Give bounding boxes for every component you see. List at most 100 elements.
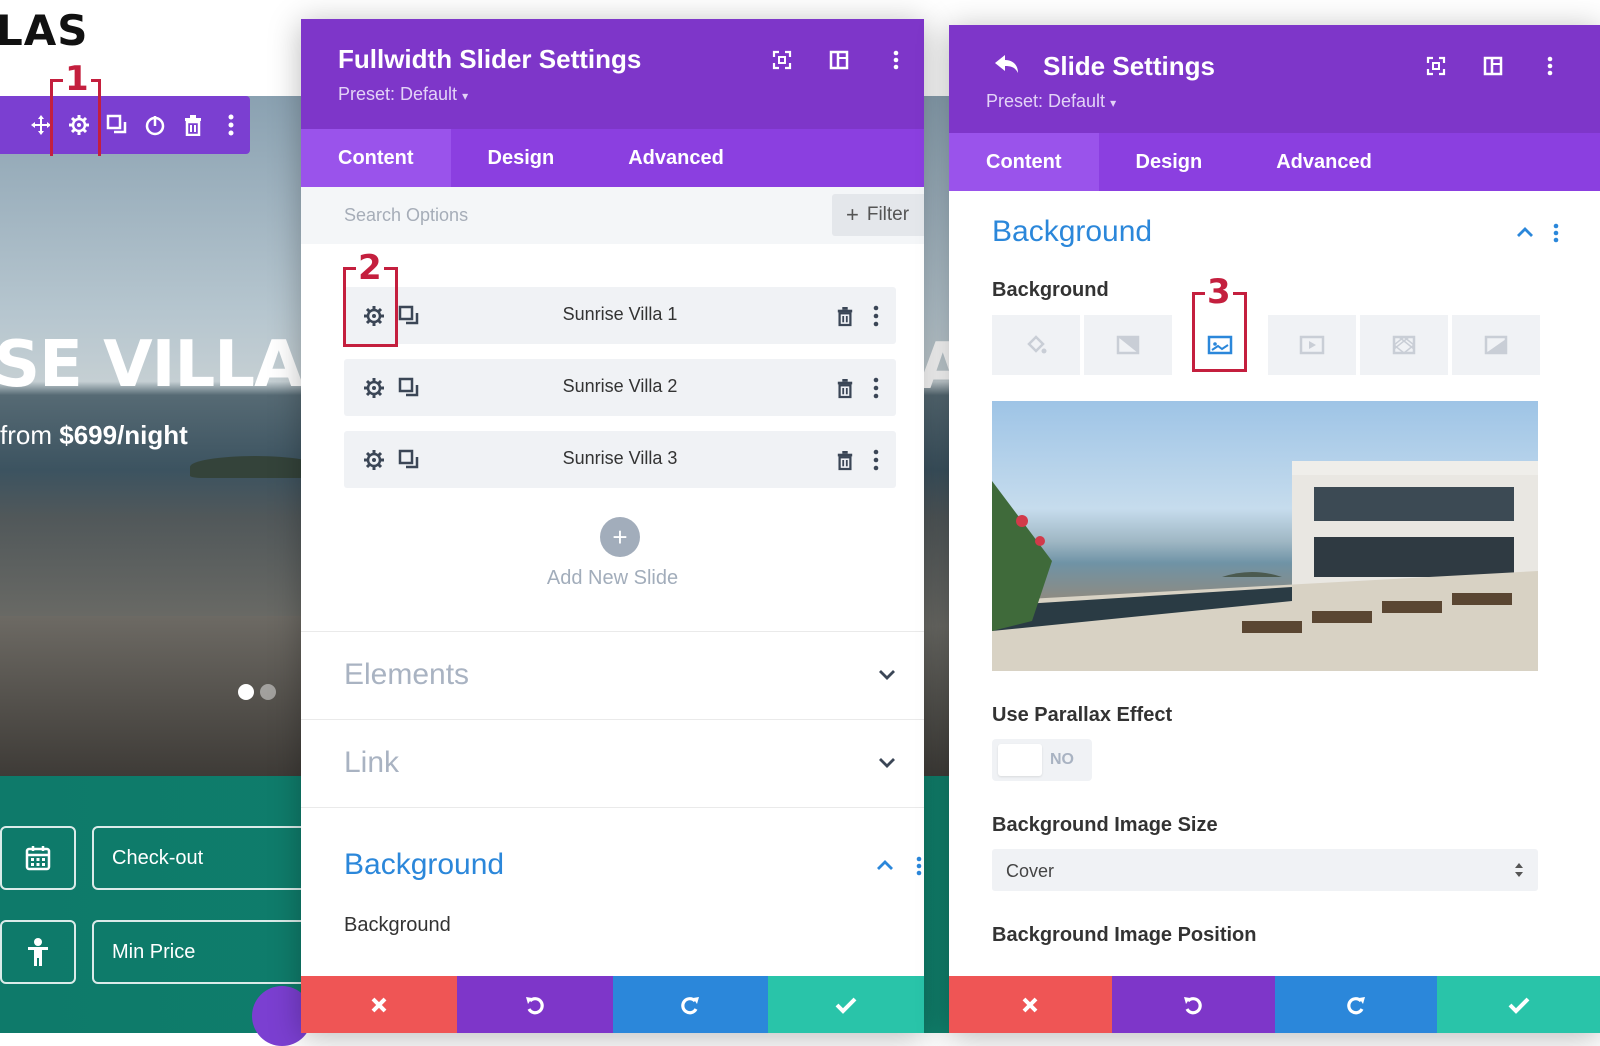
- filter-label: Filter: [866, 204, 910, 225]
- search-input[interactable]: Search Options: [344, 205, 468, 226]
- more-options-icon[interactable]: [873, 449, 879, 476]
- caret-down-icon: ▾: [1110, 96, 1117, 110]
- split-view-icon[interactable]: [1464, 56, 1521, 76]
- section-elements[interactable]: Elements: [301, 631, 924, 720]
- color-fill-icon[interactable]: [992, 315, 1080, 375]
- redo-button[interactable]: [1274, 976, 1438, 1033]
- search-bar: Search Options + Filter: [301, 187, 924, 244]
- slider-panel-tabs: Content Design Advanced: [301, 129, 924, 187]
- slider-settings-panel: Fullwidth Slider Settings Preset: Defaul…: [301, 19, 924, 1033]
- slide-panel-title: Slide Settings: [1043, 51, 1215, 81]
- video-icon[interactable]: [1268, 315, 1356, 375]
- slide-label: Sunrise Villa 3: [562, 448, 678, 468]
- tab-design[interactable]: Design: [1099, 133, 1240, 191]
- slide-panel-footer: [949, 976, 1600, 1033]
- parallax-toggle[interactable]: NO: [992, 739, 1092, 781]
- slide-panel-header-icons: [1407, 56, 1578, 76]
- caret-down-icon: ▾: [462, 89, 469, 103]
- save-to-library-icon[interactable]: [136, 96, 174, 154]
- fullscreen-icon[interactable]: [753, 50, 810, 70]
- hero-price: from $699/night: [0, 420, 188, 451]
- fullscreen-icon[interactable]: [1407, 56, 1464, 76]
- section-background[interactable]: Background Background: [301, 807, 924, 968]
- checkout-field[interactable]: Check-out: [92, 826, 332, 890]
- tab-advanced[interactable]: Advanced: [1239, 133, 1409, 191]
- slider-dot-active[interactable]: [238, 684, 254, 700]
- undo-button[interactable]: [1111, 976, 1275, 1033]
- mask-icon[interactable]: [1452, 315, 1540, 375]
- section-link[interactable]: Link: [301, 719, 924, 808]
- more-options-icon[interactable]: [916, 856, 922, 881]
- slide-item[interactable]: Sunrise Villa 1: [344, 287, 896, 344]
- chevron-up-icon[interactable]: [876, 858, 894, 876]
- slider-panel-title: Fullwidth Slider Settings: [338, 44, 642, 74]
- section-title: Elements: [344, 658, 470, 691]
- more-options-icon[interactable]: [1553, 223, 1559, 248]
- tab-design[interactable]: Design: [451, 129, 592, 187]
- section-title: Link: [344, 746, 400, 779]
- slide-panel-preset[interactable]: Preset: Default ▾: [986, 91, 1116, 112]
- image-size-select[interactable]: Cover: [992, 849, 1538, 891]
- calendar-icon[interactable]: [0, 826, 76, 890]
- slider-panel-header-icons: [753, 50, 924, 70]
- delete-icon[interactable]: [836, 377, 854, 404]
- slider-panel-preset-label: Preset: Default: [338, 84, 458, 104]
- save-button[interactable]: [768, 976, 924, 1033]
- slide-panel-header: Slide Settings Preset: Default ▾: [949, 25, 1600, 133]
- more-options-icon[interactable]: [1521, 56, 1578, 76]
- delete-icon[interactable]: [174, 96, 212, 154]
- background-type-tabs: [992, 315, 1540, 375]
- redo-button[interactable]: [612, 976, 769, 1033]
- slider-panel-header: Fullwidth Slider Settings Preset: Defaul…: [301, 19, 924, 129]
- background-field-label: Background: [344, 914, 451, 936]
- slide-item[interactable]: Sunrise Villa 2: [344, 359, 896, 416]
- guest-icon[interactable]: [0, 920, 76, 984]
- duplicate-icon[interactable]: [98, 96, 136, 154]
- more-options-icon[interactable]: [867, 50, 924, 70]
- select-arrows-icon: [1514, 861, 1524, 884]
- image-size-value: Cover: [1006, 861, 1055, 881]
- callout-number-1: 1: [63, 59, 91, 99]
- slide-label: Sunrise Villa 1: [562, 304, 678, 324]
- cancel-button[interactable]: [949, 976, 1112, 1033]
- delete-icon[interactable]: [836, 449, 854, 476]
- hero-price-prefix: from: [0, 420, 52, 450]
- cancel-button[interactable]: [301, 976, 457, 1033]
- gradient-icon[interactable]: [1084, 315, 1172, 375]
- save-button[interactable]: [1437, 976, 1600, 1033]
- hero-price-value: $699/night: [59, 420, 188, 450]
- chevron-up-icon[interactable]: [1516, 225, 1534, 243]
- chevron-down-icon[interactable]: [878, 668, 896, 686]
- filter-button[interactable]: + Filter: [832, 194, 924, 236]
- tab-content[interactable]: Content: [949, 133, 1099, 191]
- min-price-field[interactable]: Min Price: [92, 920, 332, 984]
- background-image-preview[interactable]: [992, 401, 1538, 671]
- pattern-icon[interactable]: [1360, 315, 1448, 375]
- callout-number-2: 2: [356, 248, 384, 288]
- back-arrow-icon[interactable]: [993, 53, 1021, 80]
- slider-dot[interactable]: [260, 684, 276, 700]
- section-title: Background: [992, 215, 1153, 248]
- more-options-icon[interactable]: [873, 305, 879, 332]
- image-position-label: Background Image Position: [992, 924, 1257, 946]
- more-options-icon[interactable]: [212, 96, 250, 154]
- slide-item[interactable]: Sunrise Villa 3: [344, 431, 896, 488]
- plus-icon: +: [846, 202, 859, 227]
- more-options-icon[interactable]: [873, 377, 879, 404]
- tab-content[interactable]: Content: [301, 129, 451, 187]
- delete-icon[interactable]: [836, 305, 854, 332]
- slider-panel-footer: [301, 976, 924, 1033]
- section-title: Background: [344, 848, 505, 881]
- chevron-down-icon[interactable]: [878, 756, 896, 774]
- add-slide-icon[interactable]: +: [600, 517, 640, 557]
- undo-button[interactable]: [456, 976, 613, 1033]
- callout-number-3: 3: [1205, 272, 1233, 312]
- tab-advanced[interactable]: Advanced: [591, 129, 761, 187]
- module-toolbar: [0, 96, 250, 154]
- slide-panel-tabs: Content Design Advanced: [949, 133, 1600, 191]
- add-new-slide-button[interactable]: Add New Slide: [301, 567, 924, 590]
- site-logo: LAS: [0, 6, 89, 55]
- villa-photo: [992, 461, 1538, 671]
- slider-panel-preset[interactable]: Preset: Default ▾: [338, 84, 468, 105]
- split-view-icon[interactable]: [810, 50, 867, 70]
